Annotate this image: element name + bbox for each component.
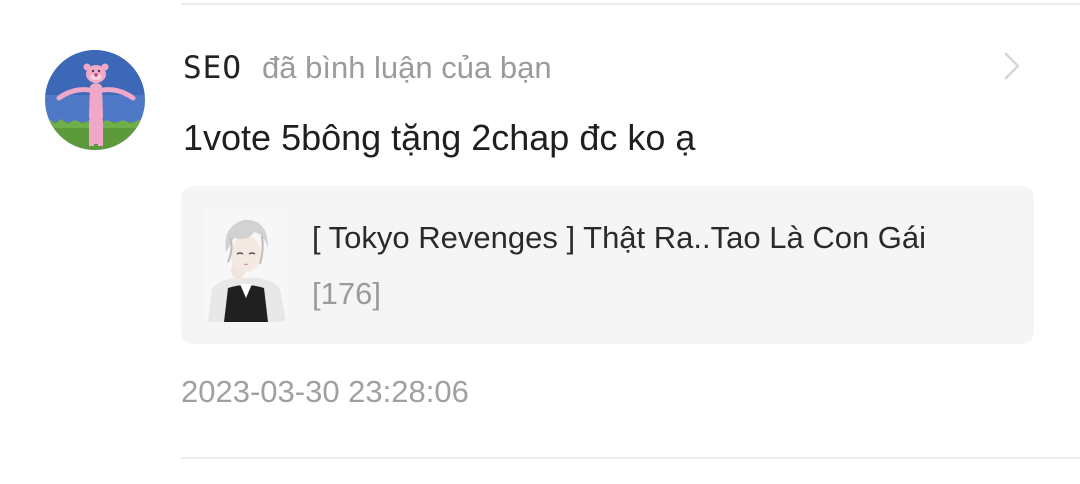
pink-panther-avatar-icon [45, 50, 145, 150]
action-text: đã bình luận của bạn [262, 50, 552, 85]
bottom-divider [181, 457, 1080, 459]
comment-text: 1vote 5bông tặng 2chap đc ko ạ [183, 117, 696, 158]
username[interactable]: SEO [183, 50, 242, 86]
top-divider [181, 3, 1080, 5]
timestamp: 2023-03-30 23:28:06 [181, 374, 469, 409]
chapter-number: [176] [312, 276, 381, 311]
notification-header: SEO đã bình luận của bạn [183, 46, 552, 90]
anime-boy-cover-icon [204, 208, 288, 322]
story-card[interactable]: [ Tokyo Revenges ] Thật Ra..Tao Là Con G… [181, 186, 1034, 344]
story-title: [ Tokyo Revenges ] Thật Ra..Tao Là Con G… [312, 220, 927, 255]
user-avatar[interactable] [45, 50, 145, 150]
story-cover [204, 208, 288, 322]
chevron-right-icon[interactable] [1000, 50, 1024, 82]
